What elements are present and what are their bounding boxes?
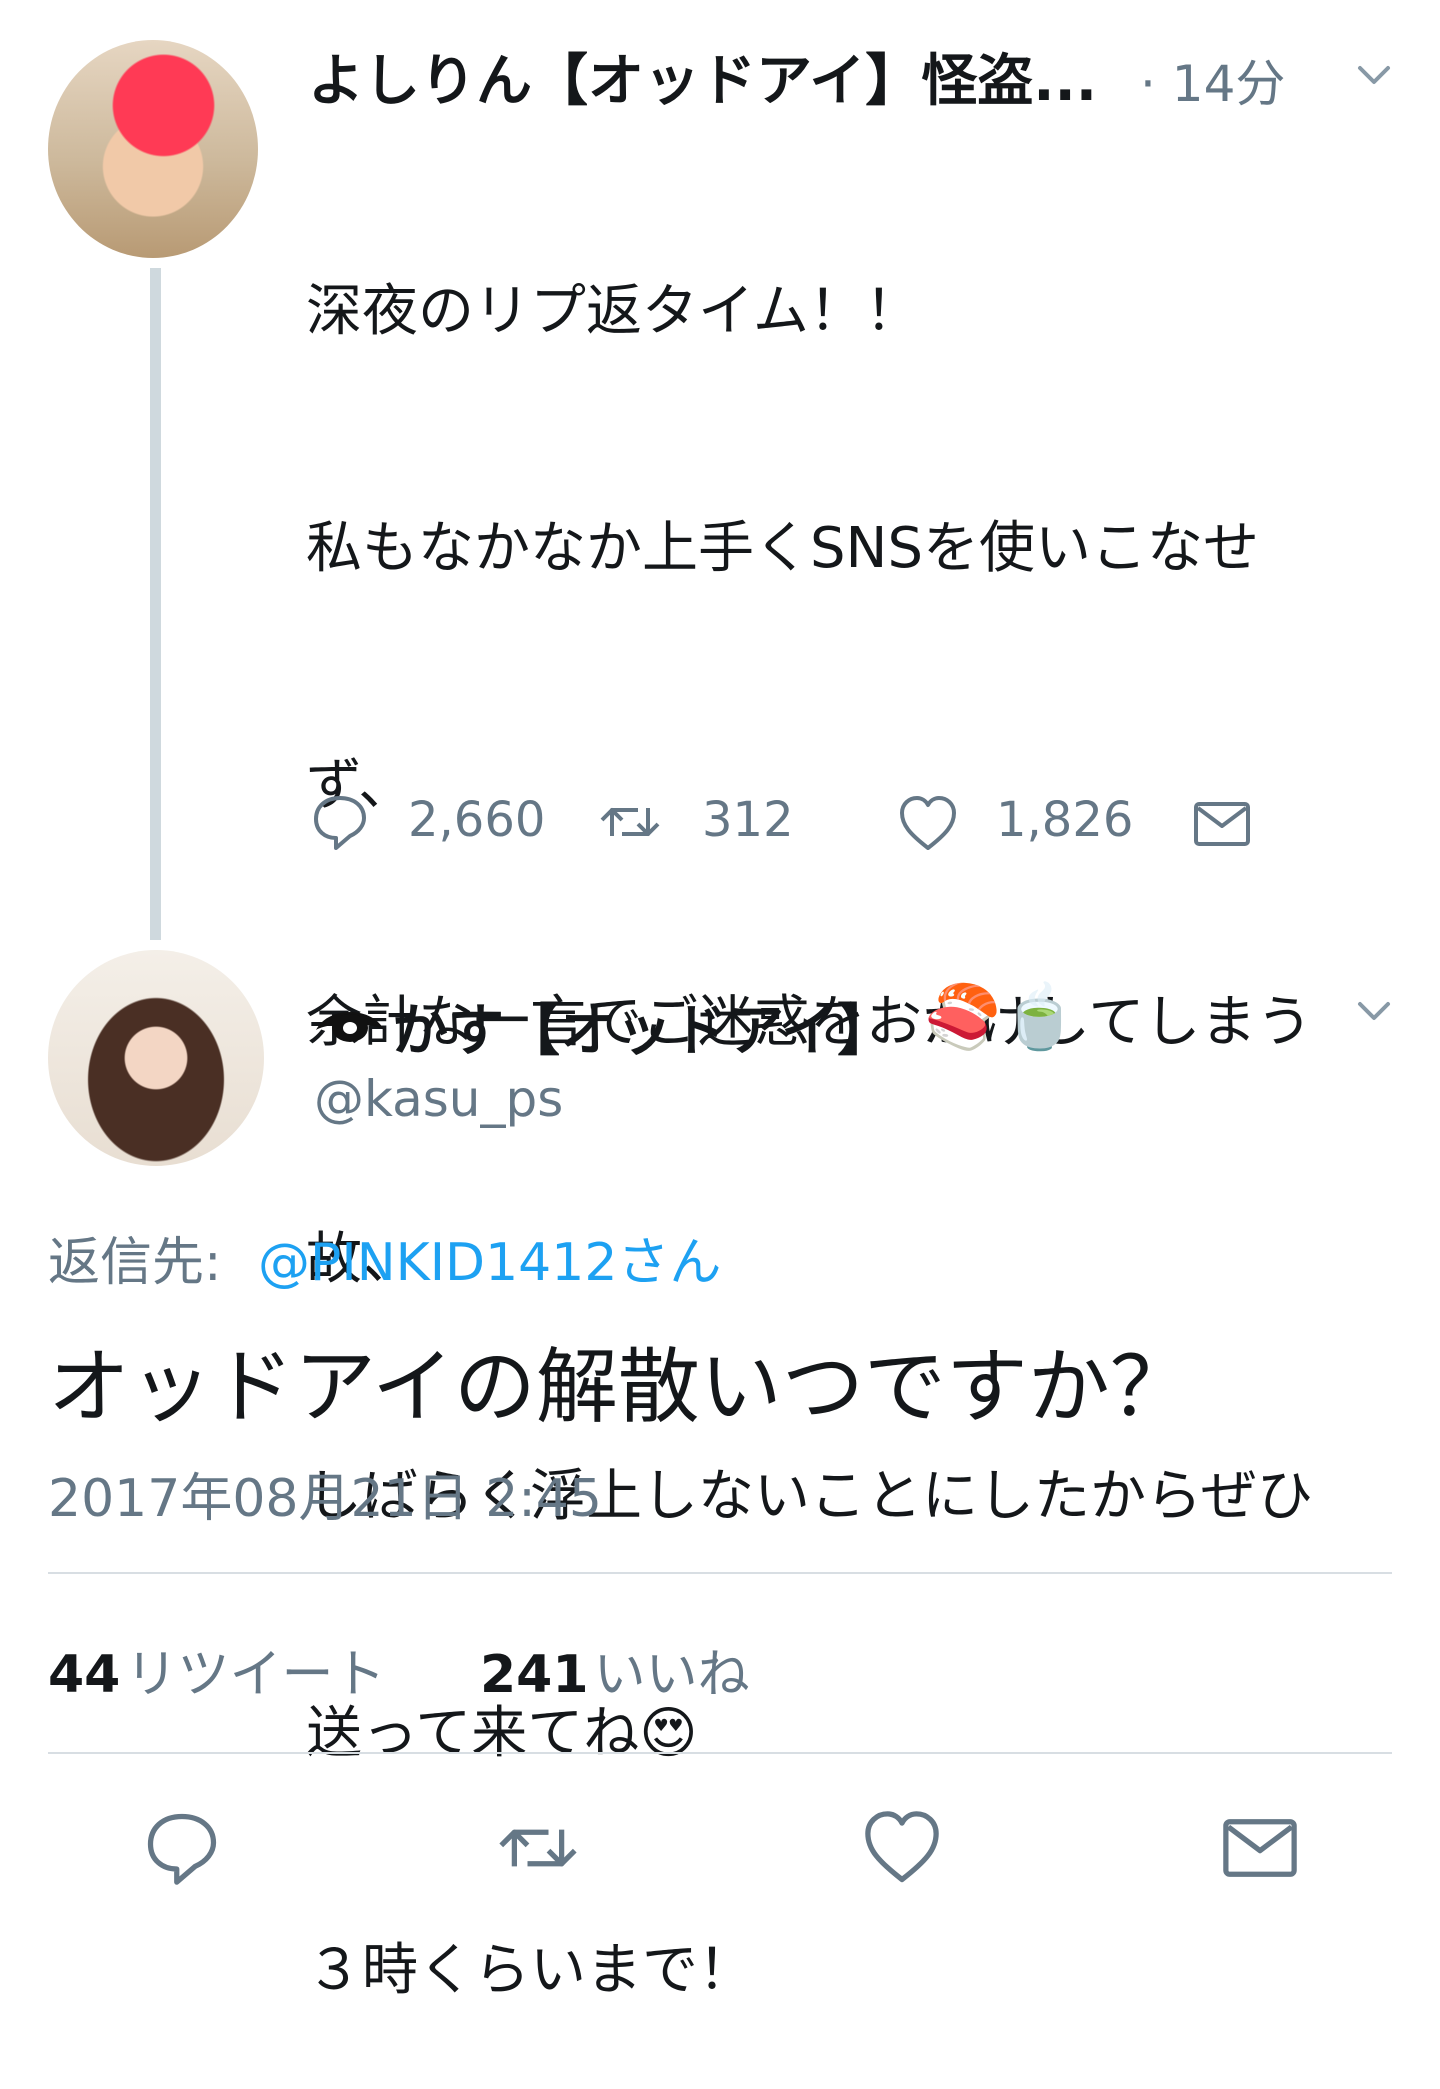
tweet-line: 私もなかなか上手くSNSを使いこなせ [306,516,1259,581]
retweet-stat-count: 44 [48,1645,121,1705]
tweet-line: ３時くらいまで！ [306,1938,754,2003]
display-name[interactable]: かす【オッドアイ】 [392,986,893,1067]
avatar[interactable] [48,40,258,258]
user-handle[interactable]: @kasu_ps [314,1070,563,1128]
retweet-stat[interactable]: 44 リツイート [48,1632,385,1707]
avatar[interactable] [48,950,264,1166]
retweet-count: 312 [702,792,794,848]
envelope-icon[interactable] [1218,1806,1302,1890]
display-name[interactable]: よしりん【オッドアイ】怪盗... [308,36,1097,117]
tweet-line: 深夜のリプ返タイム！！ [306,279,921,344]
like-stat-label: いいね [593,1645,750,1705]
reply-prefix: 返信先: [48,1233,222,1293]
eye-icon [316,1012,384,1042]
emoji-badges: 🍣🍵 [924,980,1079,1053]
divider [48,1752,1392,1754]
divider [48,1572,1392,1574]
heart-icon[interactable] [896,792,960,856]
tweet-body: オッドアイの解散いつですか？ [48,1340,1192,1435]
chevron-down-icon[interactable] [1350,986,1398,1034]
tweet-line: 送って来てね😍 [306,1701,698,1766]
retweet-icon[interactable] [598,790,662,854]
like-stat[interactable]: 241 いいね [480,1632,750,1707]
reply-icon[interactable] [140,1806,224,1890]
heart-icon[interactable] [860,1806,944,1890]
tweet-timestamp: 2017年08月21日 2:45 [48,1469,602,1529]
like-stat-count: 241 [480,1645,589,1705]
chevron-down-icon[interactable] [1350,50,1398,98]
envelope-icon[interactable] [1190,792,1254,856]
tweet-time[interactable]: · 14分 [1140,44,1285,116]
reply-to-link[interactable]: @PINKID1412さん [258,1220,721,1295]
reply-icon[interactable] [308,790,372,854]
retweet-icon[interactable] [496,1806,580,1890]
reply-count: 2,660 [408,792,546,848]
like-count: 1,826 [996,792,1134,848]
thread-line [150,268,161,940]
retweet-stat-label: リツイート [125,1645,386,1705]
